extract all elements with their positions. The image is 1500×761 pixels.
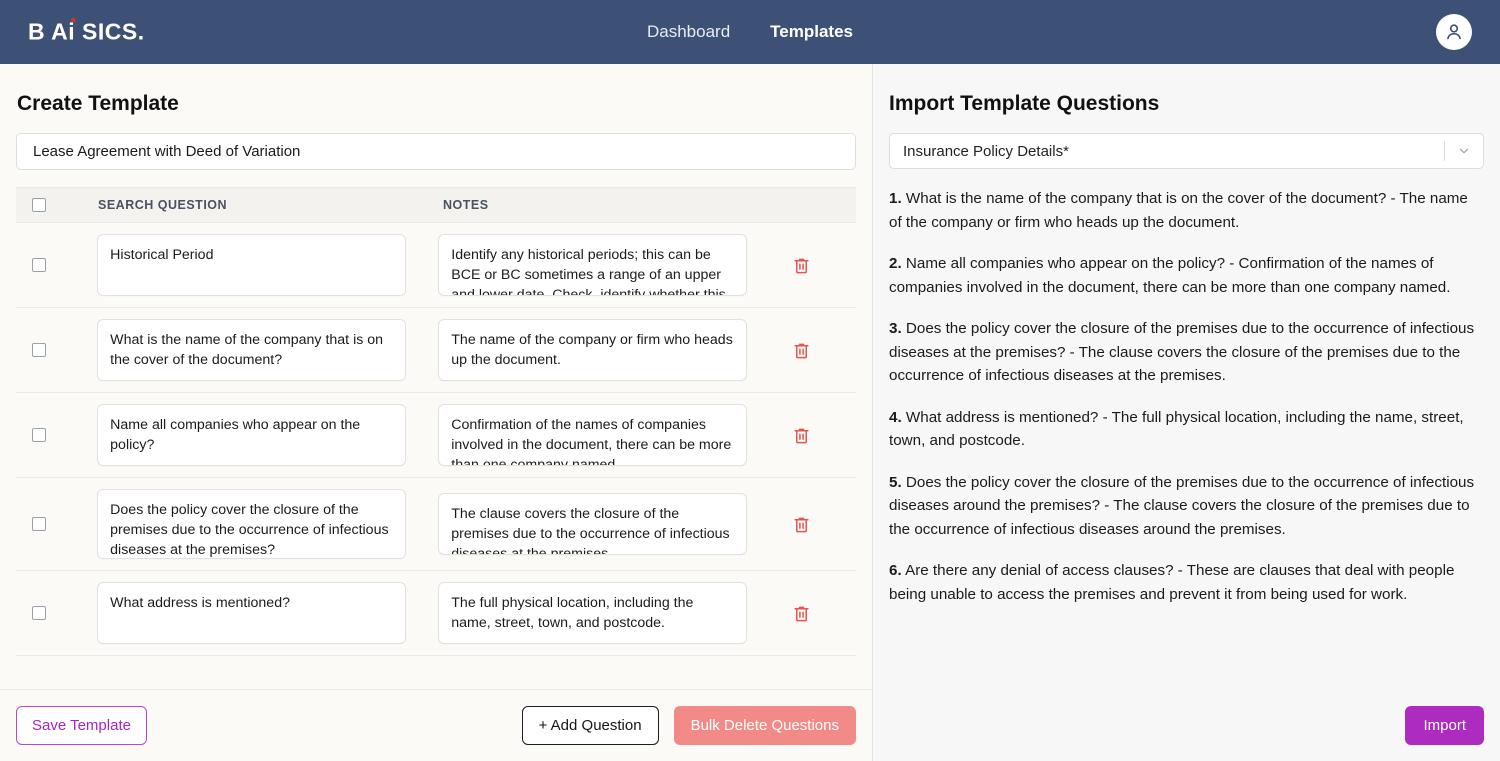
question-number: 5. (889, 473, 902, 491)
right-panel-footer: Import (873, 689, 1500, 761)
delete-cell (747, 514, 856, 535)
select-arrow[interactable] (1445, 144, 1483, 158)
question-text: Does the policy cover the closure of the… (889, 320, 1475, 384)
delete-cell (747, 340, 856, 361)
question-cell: What is the name of the company that is … (97, 319, 407, 381)
question-cell: Does the policy cover the closure of the… (97, 489, 407, 559)
trash-icon[interactable] (792, 514, 811, 535)
row-checkbox[interactable] (32, 343, 46, 357)
import-panel-title: Import Template Questions (889, 92, 1160, 115)
row-select-cell (16, 428, 97, 442)
template-select[interactable]: Insurance Policy Details* (889, 133, 1484, 169)
import-template-panel: Import Template Questions Insurance Poli… (873, 64, 1500, 761)
row-select-cell (16, 258, 97, 272)
question-text: Name all companies who appear on the pol… (889, 255, 1451, 296)
questions-table-header: SEARCH QUESTION NOTES (16, 187, 856, 223)
delete-cell (747, 603, 856, 624)
select-all-checkbox[interactable] (32, 198, 46, 212)
row-checkbox[interactable] (32, 606, 46, 620)
table-row: What is the name of the company that is … (16, 308, 856, 393)
question-number: 6. (889, 562, 902, 579)
notes-input[interactable]: Confirmation of the names of companies i… (438, 404, 748, 466)
notes-input[interactable]: The clause covers the closure of the pre… (438, 493, 748, 555)
question-text: What is the name of the company that is … (889, 190, 1468, 231)
user-icon (1447, 24, 1461, 40)
question-cell: What address is mentioned? (97, 582, 407, 644)
trash-icon[interactable] (792, 340, 811, 361)
create-template-panel: Create Template Lease Agreement with Dee… (0, 64, 873, 761)
trash-icon[interactable] (792, 255, 811, 276)
chevron-down-icon (1459, 148, 1469, 154)
question-text: Are there any denial of access clauses? … (889, 562, 1455, 603)
question-text: Does the policy cover the closure of the… (889, 473, 1475, 538)
table-row: Does the policy cover the closure of the… (16, 478, 856, 571)
avatar[interactable] (1436, 14, 1472, 50)
add-question-button[interactable]: + Add Question (521, 706, 659, 745)
question-number: 3. (889, 320, 902, 337)
import-button[interactable]: Import (1405, 705, 1484, 745)
notes-input[interactable]: Identify any historical periods; this ca… (438, 234, 748, 296)
list-item: 2. Name all companies who appear on the … (889, 252, 1484, 299)
logo-text-i: i (68, 18, 76, 45)
notes-input[interactable]: The full physical location, including th… (438, 582, 748, 644)
template-name-value: Lease Agreement with Deed of Variation (33, 143, 301, 160)
row-select-cell (16, 517, 97, 531)
column-header-notes: NOTES (443, 198, 489, 212)
bulk-delete-questions-button[interactable]: Bulk Delete Questions (673, 706, 856, 745)
notes-cell: The full physical location, including th… (438, 582, 748, 644)
notes-cell: The name of the company or firm who head… (438, 319, 748, 381)
notes-input[interactable]: The name of the company or firm who head… (438, 319, 748, 381)
top-navbar: B Ai SICS. Dashboard Templates (0, 0, 1500, 64)
logo-text-part2: SICS. (75, 18, 145, 45)
template-select-value: Insurance Policy Details* (903, 142, 1069, 160)
notes-cell: Identify any historical periods; this ca… (438, 234, 748, 296)
imported-questions-list: 1. What is the name of the company that … (873, 169, 1500, 689)
delete-cell (747, 425, 856, 446)
table-row: Name all companies who appear on the pol… (16, 393, 856, 478)
question-input[interactable]: What is the name of the company that is … (97, 319, 407, 381)
notes-cell: The clause covers the closure of the pre… (438, 493, 748, 555)
list-item: 1. What is the name of the company that … (889, 187, 1484, 234)
question-cell: Historical Period (97, 234, 407, 296)
question-input[interactable]: Historical Period (97, 234, 407, 296)
main-layout: Create Template Lease Agreement with Dee… (0, 64, 1500, 761)
primary-navigation: Dashboard Templates (647, 22, 853, 42)
question-text: What address is mentioned? - The full ph… (889, 408, 1464, 450)
nav-link-templates[interactable]: Templates (770, 22, 853, 42)
question-number: 4. (889, 408, 902, 426)
notes-cell: Confirmation of the names of companies i… (438, 404, 748, 466)
question-number: 1. (889, 190, 902, 207)
table-row: Historical Period Identify any historica… (16, 223, 856, 308)
column-header-search-question: SEARCH QUESTION (98, 198, 228, 212)
list-item: 4. What address is mentioned? - The full… (889, 406, 1484, 453)
row-select-cell (16, 343, 97, 357)
template-name-input[interactable]: Lease Agreement with Deed of Variation (16, 133, 856, 170)
questions-table-body: Historical Period Identify any historica… (16, 223, 856, 689)
logo-text-part1: B A (28, 18, 69, 45)
row-checkbox[interactable] (32, 258, 46, 272)
nav-link-dashboard[interactable]: Dashboard (647, 22, 730, 42)
trash-icon[interactable] (792, 603, 811, 624)
select-all-cell (16, 198, 98, 212)
question-number: 2. (889, 255, 902, 272)
page-title: Create Template (17, 92, 179, 115)
question-cell: Name all companies who appear on the pol… (97, 404, 407, 466)
question-input[interactable]: Does the policy cover the closure of the… (97, 489, 407, 559)
app-logo[interactable]: B Ai SICS. (28, 19, 145, 46)
save-template-button[interactable]: Save Template (16, 706, 147, 745)
question-input[interactable]: Name all companies who appear on the pol… (97, 404, 407, 466)
list-item: 6. Are there any denial of access clause… (889, 559, 1484, 606)
table-row: What address is mentioned? The full phys… (16, 571, 856, 656)
row-select-cell (16, 606, 97, 620)
left-panel-footer: Save Template + Add Question Bulk Delete… (0, 689, 872, 761)
row-checkbox[interactable] (32, 428, 46, 442)
row-checkbox[interactable] (32, 517, 46, 531)
list-item: 5. Does the policy cover the closure of … (889, 471, 1484, 542)
question-input[interactable]: What address is mentioned? (97, 582, 407, 644)
delete-cell (747, 255, 856, 276)
list-item: 3. Does the policy cover the closure of … (889, 317, 1484, 388)
trash-icon[interactable] (792, 425, 811, 446)
